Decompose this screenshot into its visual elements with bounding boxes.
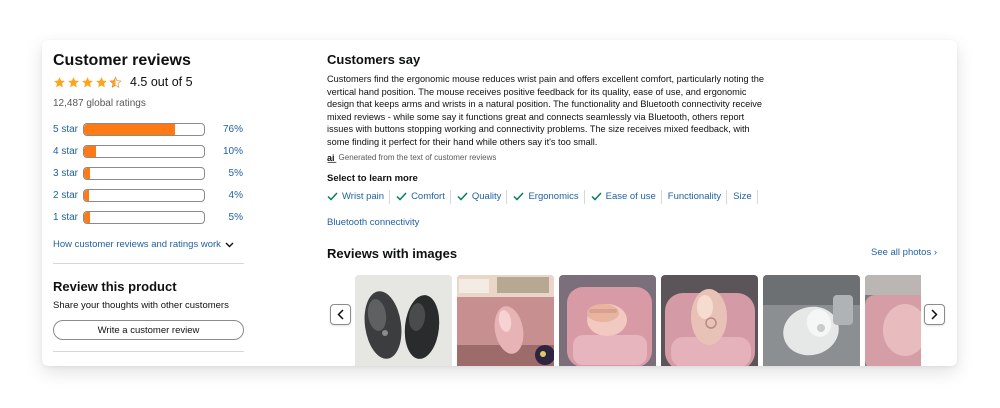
average-rating-row[interactable]: 4.5 out of 5	[53, 73, 244, 91]
see-all-photos-link[interactable]: See all photos ›	[871, 247, 937, 258]
histogram-fill	[84, 167, 90, 179]
chip-ergonomics[interactable]: Ergonomics	[513, 189, 585, 204]
review-image-3[interactable]	[559, 274, 656, 366]
histogram-bar[interactable]	[83, 166, 205, 180]
chip-functionality[interactable]: Functionality	[667, 189, 728, 204]
chip-label: Functionality	[667, 191, 722, 203]
reviews-title: Customer reviews	[53, 52, 191, 69]
chip-ease-of-use[interactable]: Ease of use	[591, 189, 662, 204]
star-full-icon	[54, 76, 65, 87]
thumbnail-strip	[355, 274, 921, 366]
ai-note-text: Generated from the text of customer revi…	[338, 153, 497, 163]
chip-label: Bluetooth connectivity	[327, 217, 420, 229]
star-rating	[53, 75, 123, 89]
histogram-bar[interactable]	[83, 188, 205, 202]
histogram-percent[interactable]: 10%	[205, 146, 243, 157]
histogram-label[interactable]: 2 star	[53, 190, 83, 201]
histogram-row[interactable]: 5 star 76%	[53, 118, 244, 140]
check-icon	[457, 192, 468, 201]
reviews-with-images-title: Reviews with images	[327, 245, 458, 261]
histogram-fill	[84, 211, 90, 223]
chevron-left-icon	[337, 309, 344, 320]
customers-say-title: Customers say	[327, 52, 421, 67]
chevron-right-icon	[931, 309, 938, 320]
chip-label: Comfort	[411, 191, 445, 203]
histogram-row[interactable]: 3 star 5%	[53, 162, 244, 184]
review-image-1[interactable]	[355, 274, 452, 366]
chip-label: Size	[733, 191, 752, 203]
histogram-bar[interactable]	[83, 122, 205, 136]
review-image-2[interactable]	[457, 274, 554, 366]
chip-size[interactable]: Size	[733, 189, 758, 204]
chip-label: Ease of use	[605, 191, 656, 203]
how-reviews-work-link[interactable]: How customer reviews and ratings work	[53, 239, 244, 250]
carousel-next-button[interactable]	[924, 303, 945, 325]
review-photo	[661, 274, 758, 366]
histogram-label[interactable]: 3 star	[53, 168, 83, 179]
global-ratings: 12,487 global ratings	[53, 98, 146, 109]
rating-histogram: 5 star 76% 4 star 10% 3 star 5% 2 star 4…	[53, 118, 244, 228]
chip-label: Quality	[471, 191, 502, 203]
review-photo	[865, 274, 921, 366]
check-icon	[513, 192, 524, 201]
customers-say-column: Customers say Customers find the ergonom…	[327, 52, 947, 366]
check-icon	[327, 192, 338, 201]
ai-icon: a͟i	[327, 152, 335, 163]
histogram-row[interactable]: 2 star 4%	[53, 184, 244, 206]
chip-label: Ergonomics	[528, 191, 579, 203]
review-image-5[interactable]	[763, 274, 860, 366]
chip-wrist-pain[interactable]: Wrist pain	[327, 189, 391, 204]
chip-comfort[interactable]: Comfort	[396, 189, 451, 204]
check-icon	[396, 192, 407, 201]
review-image-4[interactable]	[661, 274, 758, 366]
how-reviews-work-label: How customer reviews and ratings work	[53, 239, 221, 250]
divider	[53, 351, 244, 352]
star-full-icon	[82, 76, 93, 87]
histogram-label[interactable]: 5 star	[53, 124, 83, 135]
histogram-percent[interactable]: 76%	[205, 124, 243, 135]
review-photo	[763, 274, 860, 366]
histogram-percent[interactable]: 5%	[205, 212, 243, 223]
star-full-icon	[68, 76, 79, 87]
image-carousel	[327, 274, 947, 366]
review-product-title: Review this product	[53, 279, 177, 294]
ai-generated-note: a͟i Generated from the text of customer …	[327, 153, 947, 163]
histogram-bar[interactable]	[83, 144, 205, 158]
chevron-down-icon	[225, 242, 234, 247]
histogram-fill	[84, 123, 176, 135]
images-header: Reviews with images See all photos ›	[327, 245, 947, 263]
histogram-fill	[84, 189, 89, 201]
histogram-label[interactable]: 4 star	[53, 146, 83, 157]
review-photo	[355, 274, 452, 366]
select-to-learn-title: Select to learn more	[327, 172, 418, 184]
chip-label: Wrist pain	[342, 191, 385, 203]
histogram-bar[interactable]	[83, 210, 205, 224]
review-product-subtitle: Share your thoughts with other customers	[53, 300, 229, 311]
histogram-label[interactable]: 1 star	[53, 212, 83, 223]
aspect-chips: Wrist pain Comfort Quality Ergonomics Ea…	[327, 189, 767, 242]
histogram-row[interactable]: 1 star 5%	[53, 206, 244, 228]
star-full-icon	[96, 76, 107, 87]
histogram-row[interactable]: 4 star 10%	[53, 140, 244, 162]
customers-say-summary: Customers find the ergonomic mouse reduc…	[327, 74, 764, 147]
chip-bluetooth-connectivity[interactable]: Bluetooth connectivity	[327, 216, 424, 230]
rating-text: 4.5 out of 5	[130, 75, 193, 89]
review-image-6[interactable]	[865, 274, 921, 366]
review-photo	[559, 274, 656, 366]
histogram-fill	[84, 145, 96, 157]
divider	[53, 263, 244, 264]
review-photo	[457, 274, 554, 366]
carousel-prev-button[interactable]	[330, 303, 351, 325]
reviews-card: Customer reviews 4.5 out of 5 12,487 glo…	[42, 40, 957, 366]
star-half-icon	[109, 75, 122, 88]
write-review-button[interactable]: Write a customer review	[53, 320, 244, 340]
chip-quality[interactable]: Quality	[457, 189, 508, 204]
ratings-column: Customer reviews 4.5 out of 5 12,487 glo…	[53, 52, 244, 352]
check-icon	[591, 192, 602, 201]
histogram-percent[interactable]: 5%	[205, 168, 243, 179]
histogram-percent[interactable]: 4%	[205, 190, 243, 201]
